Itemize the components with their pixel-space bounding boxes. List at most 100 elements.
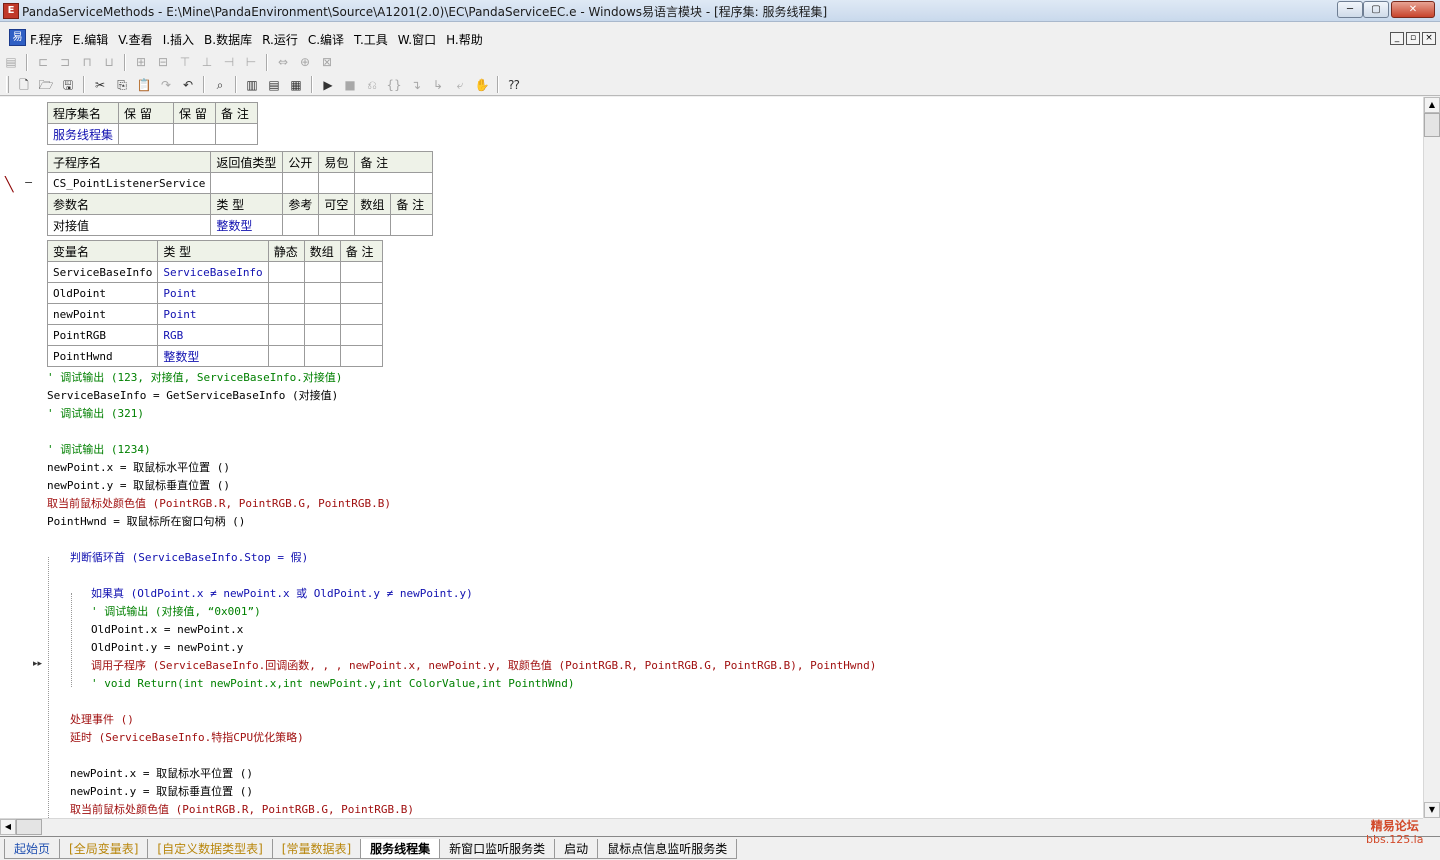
align-right-icon[interactable]: ⊓ <box>76 53 98 71</box>
new-file-icon[interactable]: 🗋 <box>13 76 35 94</box>
var-cell[interactable] <box>303 345 341 367</box>
distribute-icon[interactable]: ⊔ <box>98 53 120 71</box>
minimize-button[interactable]: ─ <box>1337 1 1363 18</box>
mdi-close-button[interactable]: × <box>1422 32 1436 45</box>
menu-view[interactable]: V.查看 <box>118 31 152 48</box>
var-name-cell[interactable]: PointHwnd <box>46 345 159 367</box>
code-line[interactable]: OldPoint.y = newPoint.y <box>47 639 876 657</box>
center-vertical-icon[interactable]: ⊕ <box>294 53 316 71</box>
param-cell[interactable] <box>318 214 356 236</box>
redo-icon[interactable]: ↷ <box>155 76 177 94</box>
same-width-icon[interactable]: ⊞ <box>130 53 152 71</box>
align-bottom-icon[interactable]: ⊣ <box>218 53 240 71</box>
menu-run[interactable]: R.运行 <box>262 31 298 48</box>
var-cell[interactable] <box>267 303 305 325</box>
toolbar-grip[interactable] <box>6 76 9 93</box>
code-line[interactable]: ' 调试输出 (1234) <box>47 441 876 459</box>
tab-mouse-point-listener[interactable]: 鼠标点信息监听服务类 <box>597 839 738 859</box>
var-cell[interactable] <box>267 324 305 346</box>
var-name-cell[interactable]: OldPoint <box>46 282 159 304</box>
paste-icon[interactable]: 📋 <box>133 76 155 94</box>
properties-icon[interactable]: ▤ <box>0 53 22 71</box>
scroll-down-icon[interactable]: ▼ <box>1424 802 1440 818</box>
close-button[interactable]: ✕ <box>1391 1 1435 18</box>
undo-icon[interactable]: ↶ <box>177 76 199 94</box>
code-line[interactable]: newPoint.y = 取鼠标垂直位置 () <box>47 477 876 495</box>
code-line[interactable]: PointHwnd = 取鼠标所在窗口句柄 () <box>47 513 876 531</box>
tab-service-threads[interactable]: 服务线程集 <box>360 839 441 859</box>
loop-line[interactable]: 判断循环首 (ServiceBaseInfo.Stop = 假) <box>47 549 876 567</box>
var-type-cell[interactable]: 整数型 <box>157 345 269 367</box>
var-cell[interactable] <box>339 261 383 283</box>
layout1-icon[interactable]: ▥ <box>241 76 263 94</box>
code-line[interactable]: ' void Return(int newPoint.x,int newPoin… <box>47 675 876 693</box>
assembly-cell[interactable] <box>215 123 259 145</box>
code-line[interactable]: ' 调试输出 (123, 对接值, ServiceBaseInfo.对接值) <box>47 369 876 387</box>
code-line[interactable]: ServiceBaseInfo = GetServiceBaseInfo (对接… <box>47 387 876 405</box>
tab-global-variables[interactable]: [全局变量表] <box>59 839 149 859</box>
param-type-cell[interactable]: 整数型 <box>210 214 284 236</box>
mdi-minimize-button[interactable]: _ <box>1390 32 1404 45</box>
code-line[interactable] <box>47 747 876 765</box>
help-pointer-icon[interactable]: ⁇ <box>503 76 525 94</box>
mdi-restore-button[interactable]: ▫ <box>1406 32 1420 45</box>
debug2-icon[interactable]: {} <box>383 76 405 94</box>
run-icon[interactable]: ▶ <box>317 76 339 94</box>
sub-name-cell[interactable]: CS_PointListenerService <box>46 172 212 194</box>
debug5-icon[interactable]: ⤶ <box>449 76 471 94</box>
code-line[interactable] <box>47 423 876 441</box>
cut-icon[interactable]: ✂ <box>89 76 111 94</box>
var-name-cell[interactable]: PointRGB <box>46 324 159 346</box>
equal-spacing-icon[interactable]: ⊢ <box>240 53 262 71</box>
var-cell[interactable] <box>303 324 341 346</box>
var-cell[interactable] <box>339 303 383 325</box>
maximize-button[interactable]: ▢ <box>1363 1 1389 18</box>
param-cell[interactable] <box>282 214 320 236</box>
code-editor[interactable]: ╲ − ▸▸ 程序集名 保 留 保 留 备 注 服务线程集 子程序名 返回值类型… <box>0 97 1423 818</box>
copy-icon[interactable]: ⎘ <box>111 76 133 94</box>
param-cell[interactable] <box>390 214 434 236</box>
code-line[interactable] <box>47 531 876 549</box>
menu-program[interactable]: F.程序 <box>30 31 63 48</box>
code-line[interactable]: ' 调试输出 (对接值, “0x001”) <box>47 603 876 621</box>
sub-cell[interactable] <box>210 172 284 194</box>
var-cell[interactable] <box>267 345 305 367</box>
code-line[interactable] <box>47 567 876 585</box>
align-center-icon[interactable]: ⊐ <box>54 53 76 71</box>
assembly-name-cell[interactable]: 服务线程集 <box>46 123 120 145</box>
hand-icon[interactable]: ✋ <box>471 76 493 94</box>
open-file-icon[interactable]: 🗁 <box>35 76 57 94</box>
document-icon[interactable]: 易 <box>9 29 26 46</box>
var-cell[interactable] <box>339 324 383 346</box>
code-line[interactable]: OldPoint.x = newPoint.x <box>47 621 876 639</box>
horizontal-scrollbar[interactable]: ◀ <box>0 818 1423 835</box>
code-line[interactable]: newPoint.x = 取鼠标水平位置 () <box>47 765 876 783</box>
var-name-cell[interactable]: newPoint <box>46 303 159 325</box>
var-cell[interactable] <box>303 282 341 304</box>
var-cell[interactable] <box>303 303 341 325</box>
menu-tools[interactable]: T.工具 <box>354 31 388 48</box>
var-type-cell[interactable]: Point <box>157 282 269 304</box>
var-type-cell[interactable]: Point <box>157 303 269 325</box>
same-height-icon[interactable]: ⊟ <box>152 53 174 71</box>
tab-constants[interactable]: [常量数据表] <box>271 839 362 859</box>
var-name-cell[interactable]: ServiceBaseInfo <box>46 261 159 283</box>
menu-window[interactable]: W.窗口 <box>398 31 436 48</box>
var-type-cell[interactable]: ServiceBaseInfo <box>157 261 269 283</box>
tab-start-page[interactable]: 起始页 <box>4 839 61 859</box>
hscroll-thumb[interactable] <box>16 819 42 835</box>
grid-icon[interactable]: ⊠ <box>316 53 338 71</box>
debug1-icon[interactable]: ⎌ <box>361 76 383 94</box>
var-cell[interactable] <box>303 261 341 283</box>
code-line[interactable]: 延时 (ServiceBaseInfo.特指CPU优化策略) <box>47 729 876 747</box>
tab-new-window-listener[interactable]: 新窗口监听服务类 <box>439 839 556 859</box>
sub-cell[interactable] <box>318 172 356 194</box>
code-line[interactable]: ' 调试输出 (321) <box>47 405 876 423</box>
param-name-cell[interactable]: 对接值 <box>46 214 212 236</box>
menu-compile[interactable]: C.编译 <box>308 31 344 48</box>
assembly-cell[interactable] <box>173 123 217 145</box>
debug3-icon[interactable]: ↴ <box>405 76 427 94</box>
code-line[interactable] <box>47 693 876 711</box>
save-icon[interactable]: 🖫 <box>57 76 79 94</box>
sub-cell[interactable] <box>282 172 320 194</box>
